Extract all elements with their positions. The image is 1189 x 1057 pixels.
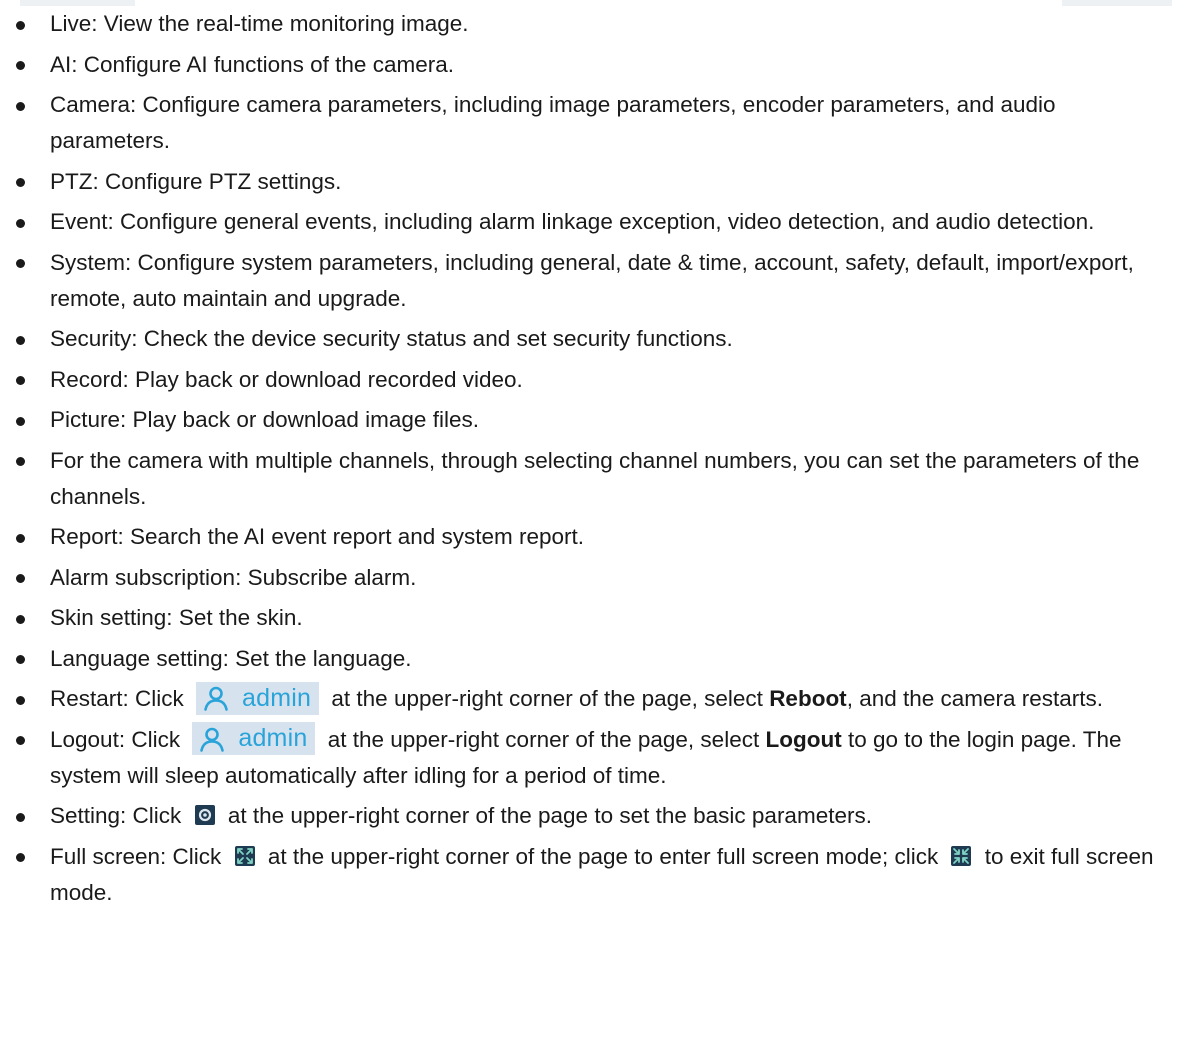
list-item-report: Report: Search the AI event report and s… [0,519,1189,555]
list-item-alarm-subscription: Alarm subscription: Subscribe alarm. [0,560,1189,596]
restart-prefix: Restart: Click [50,686,184,711]
exit-fullscreen-icon[interactable] [951,845,972,866]
logout-prefix: Logout: Click [50,726,181,752]
list-item-restart: Restart: Click admin at the upper-right … [0,681,1189,717]
list-item-ptz: PTZ: Configure PTZ settings. [0,164,1189,200]
fullscreen-middle: at the upper-right corner of the page to… [267,843,939,869]
user-icon [204,686,228,711]
list-item-logout: Logout: Click admin at the upper-right c… [0,722,1189,794]
restart-suffix: , and the camera restarts. [846,686,1104,711]
enter-fullscreen-icon[interactable] [234,845,255,866]
admin-user-button[interactable]: admin [196,681,320,715]
list-item-record: Record: Play back or download recorded v… [0,362,1189,398]
list-item-picture: Picture: Play back or download image fil… [0,402,1189,438]
reboot-keyword: Reboot [769,686,847,711]
list-item-channels: For the camera with multiple channels, t… [0,443,1189,515]
admin-user-button[interactable]: admin [192,722,316,755]
list-item-ai: AI: Configure AI functions of the camera… [0,47,1189,83]
feature-list: Live: View the real-time monitoring imag… [0,6,1189,915]
logout-keyword: Logout [765,726,842,752]
list-item-setting: Setting: Click at the upper-right corner… [0,798,1189,834]
logout-middle: at the upper-right corner of the page, s… [327,726,760,752]
admin-badge-label: admin [242,683,312,712]
restart-middle: at the upper-right corner of the page, s… [331,686,763,711]
setting-prefix: Setting: Click [50,803,182,828]
list-item-language-setting: Language setting: Set the language. [0,641,1189,677]
list-item-fullscreen: Full screen: Click at the upper-right co… [0,839,1189,911]
setting-suffix: at the upper-right corner of the page to… [227,803,872,828]
list-item-event: Event: Configure general events, includi… [0,204,1189,240]
gear-icon[interactable] [194,805,215,825]
fullscreen-prefix: Full screen: Click [50,843,222,869]
list-item-camera: Camera: Configure camera parameters, inc… [0,87,1189,159]
admin-badge-label: admin [238,724,308,752]
list-item-live: Live: View the real-time monitoring imag… [0,6,1189,42]
list-item-security: Security: Check the device security stat… [0,321,1189,357]
list-item-system: System: Configure system parameters, inc… [0,245,1189,317]
user-icon [200,727,225,752]
list-item-skin-setting: Skin setting: Set the skin. [0,600,1189,636]
